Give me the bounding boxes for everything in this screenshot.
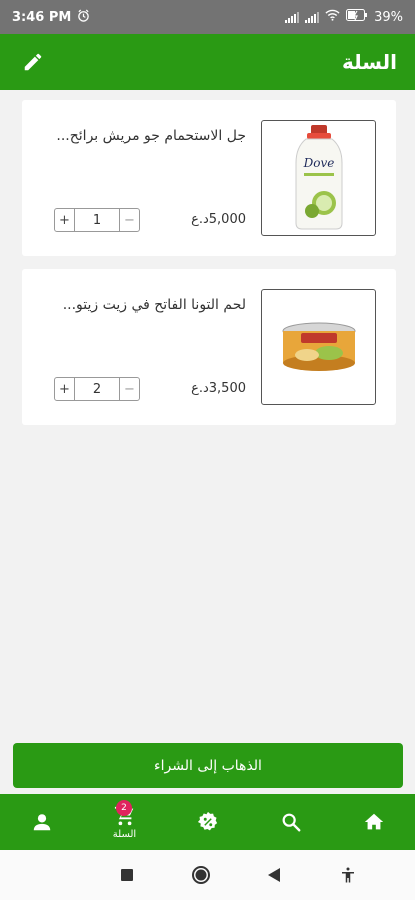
decrease-button[interactable]: − — [119, 209, 139, 231]
system-nav-bar — [0, 850, 415, 900]
nav-item-offers[interactable] — [166, 794, 249, 850]
nav-item-search[interactable] — [249, 794, 332, 850]
nav-label-cart: السلة — [112, 828, 137, 840]
accessibility-icon — [342, 867, 355, 883]
svg-text:Dove: Dove — [302, 156, 334, 170]
product-image[interactable]: Dove — [261, 120, 376, 236]
nav-item-cart[interactable]: 2 السلة — [83, 794, 166, 850]
battery-icon — [346, 9, 368, 25]
offers-icon — [197, 811, 217, 831]
cart-item: لحم التونا الفاتح في زيت زيتو... 3,500د.… — [22, 269, 396, 425]
decrease-button[interactable]: − — [119, 378, 139, 400]
edit-button[interactable] — [18, 47, 48, 77]
checkout-button[interactable]: الذهاب إلى الشراء — [13, 743, 403, 788]
product-price: 5,000د.ع — [191, 212, 246, 227]
increase-button[interactable]: + — [55, 378, 75, 400]
quantity-stepper: + 2 − — [54, 377, 140, 401]
pencil-icon — [24, 53, 42, 71]
search-icon — [282, 813, 300, 832]
recent-apps-button[interactable] — [112, 860, 142, 890]
signal-icon — [285, 11, 300, 23]
quantity-value: 1 — [92, 212, 102, 228]
square-icon — [120, 869, 133, 881]
signal-icon-2 — [305, 11, 320, 23]
bottom-nav: 2 السلة — [0, 794, 415, 850]
product-name[interactable]: لحم التونا الفاتح في زيت زيتو... — [46, 297, 246, 313]
battery-percent: 39% — [374, 9, 403, 25]
increase-button[interactable]: + — [55, 209, 75, 231]
cart-item: Dove جل الاستحمام جو مريش برائح... 5,000… — [22, 100, 396, 256]
app-header: السلة — [0, 34, 415, 90]
product-image[interactable] — [261, 289, 376, 405]
back-triangle-icon — [268, 868, 281, 882]
dove-bottle-image: Dove — [295, 125, 342, 230]
product-price: 3,500د.ع — [191, 381, 246, 396]
nav-item-home[interactable] — [332, 794, 415, 850]
person-icon — [33, 814, 50, 831]
product-name[interactable]: جل الاستحمام جو مريش برائح... — [46, 128, 246, 144]
back-button[interactable] — [259, 860, 289, 890]
quantity-stepper: + 1 − — [54, 208, 140, 232]
nav-item-account[interactable] — [0, 794, 83, 850]
page-title: السلة — [341, 50, 397, 74]
status-time: 3:46 PM — [12, 9, 72, 25]
home-icon — [364, 813, 383, 830]
accessibility-button[interactable] — [333, 860, 363, 890]
alarm-icon — [77, 9, 90, 26]
wifi-icon — [325, 9, 340, 25]
circle-icon — [191, 866, 210, 884]
cart-count-badge: 2 — [116, 800, 132, 816]
quantity-value: 2 — [92, 381, 102, 397]
home-system-button[interactable] — [186, 860, 216, 890]
tuna-can-image — [282, 322, 355, 371]
status-bar: 3:46 PM 39% — [0, 0, 415, 34]
